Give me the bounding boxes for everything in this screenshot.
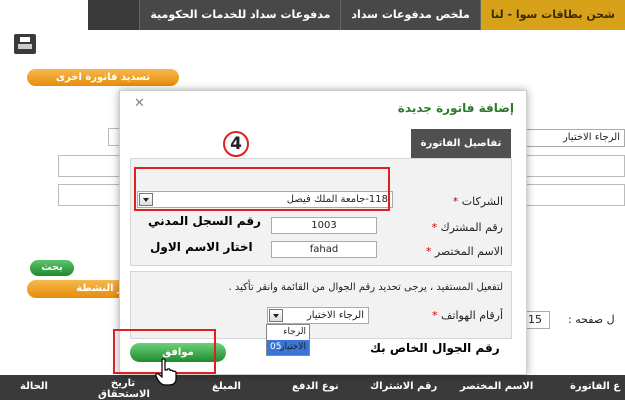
per-page-label: ل صفحه : [568,313,615,326]
subscriber-input[interactable]: 1003 [271,217,377,234]
pay-other-invoice-button[interactable]: تسديد فاتورة اخرى [27,69,179,86]
chevron-down-icon[interactable] [269,309,283,322]
pointer-hand-icon [155,358,177,386]
table-header: ع الفاتورة الاسم المختصر رقم الاشتراك نو… [0,375,625,400]
tab-government-payments[interactable]: مدفوعات سداد للخدمات الحكومية [139,0,341,30]
subscriber-label: رقم المشترك * [431,221,503,234]
column-header[interactable]: المبلغ [212,381,241,392]
column-header[interactable]: رقم الاشتراك [370,381,437,392]
activation-notice: لتفعيل المستفيد ، يرجى تحديد رقم الجوال … [228,282,503,293]
dropdown-option[interactable]: الرجاء الاختيار [267,325,309,352]
column-header[interactable]: الحالة [20,381,48,392]
first-name-annotation: اختار الاسم الاول [150,240,253,254]
background-field[interactable] [525,184,625,206]
tab-invoice-details[interactable]: تفاصيل الفاتورة [411,129,511,158]
column-header[interactable]: الاسم المختصر [460,381,533,392]
short-name-input[interactable]: fahad [271,241,377,258]
column-header[interactable]: نوع الدفع [292,381,339,392]
phones-select[interactable]: الرجاء الاختيار [267,307,369,324]
civil-id-annotation: رقم السجل المدني [148,214,261,228]
tab-bar: شحن بطاقات سوا - لنا ملخص مدفوعات سداد م… [0,0,625,30]
tab-strip: شحن بطاقات سوا - لنا ملخص مدفوعات سداد م… [88,0,625,30]
background-field[interactable] [58,155,122,177]
companies-highlight [134,167,390,211]
column-header[interactable]: تاريخ الاستحقاق [98,378,150,400]
background-field[interactable] [525,155,625,177]
search-button[interactable]: بحث [30,260,74,276]
mobile-annotation: رقم الجوال الخاص بك [370,341,500,355]
print-icon[interactable] [14,34,36,54]
phones-dropdown-list: الرجاء الاختيار 05 [266,324,310,356]
close-icon[interactable]: ✕ [134,96,145,111]
short-name-label: الاسم المختصر * [425,245,503,258]
column-header[interactable]: ع الفاتورة [570,381,620,392]
tab-sadad-summary[interactable]: ملخص مدفوعات سداد [340,0,480,30]
companies-label: الشركات * [452,195,503,208]
tab-sawa-recharge[interactable]: شحن بطاقات سوا - لنا [479,0,625,30]
background-select[interactable]: الرجاء الاختيار [520,129,625,147]
step-number-badge: 4 [223,131,249,157]
background-field[interactable] [58,184,122,206]
dialog-title: إضافة فاتورة جديدة [397,101,514,115]
phones-label: أرقام الهواتف * [432,309,503,322]
